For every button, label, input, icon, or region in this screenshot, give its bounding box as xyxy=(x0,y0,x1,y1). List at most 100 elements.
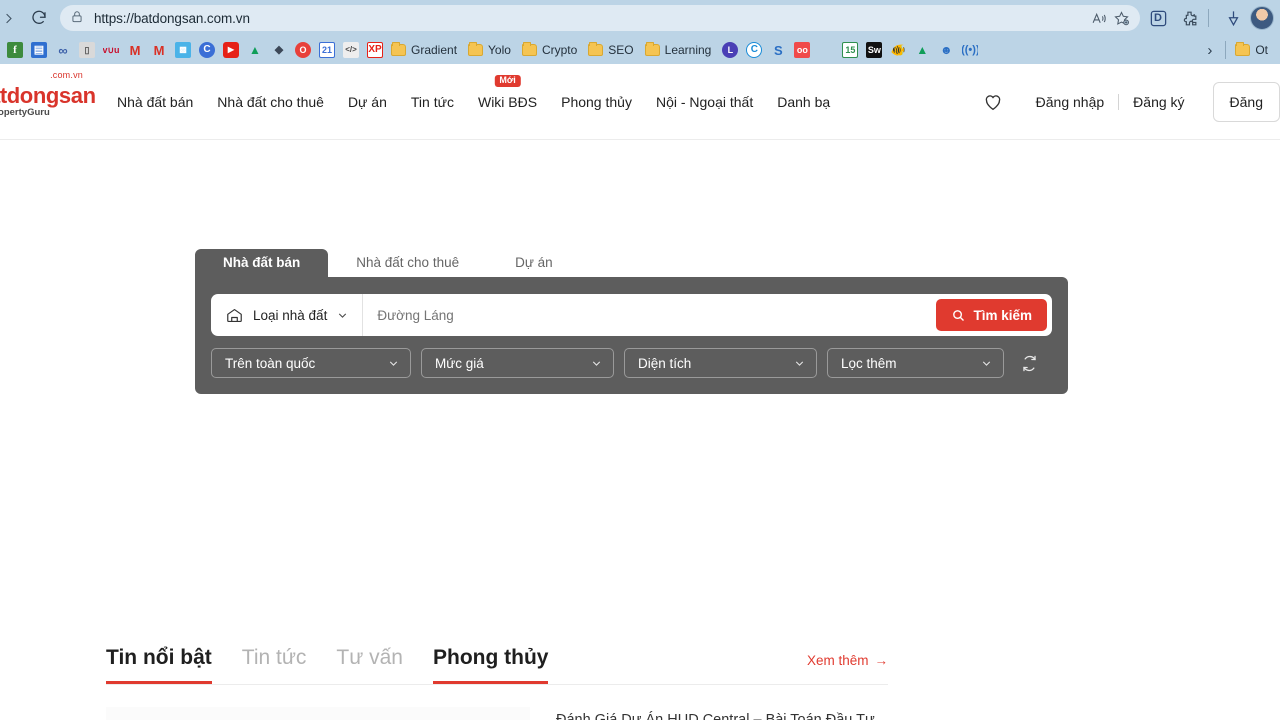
bookmark-folder-other[interactable]: Ot xyxy=(1232,39,1274,61)
bookmark-item[interactable]: ▤ xyxy=(28,39,50,61)
bookmark-item[interactable]: ▯ xyxy=(76,39,98,61)
split-screen-icon[interactable] xyxy=(1220,5,1246,31)
search-bar: Loại nhà đất Tìm kiếm xyxy=(211,294,1052,336)
bookmarks-overflow-icon[interactable]: › xyxy=(1200,42,1219,59)
nav-item-noi-ngoai-that[interactable]: Nội - Ngoại thất xyxy=(644,94,765,110)
bookmark-item[interactable]: ▲ xyxy=(244,39,266,61)
search-tab-nha-dat-cho-thue[interactable]: Nhà đất cho thuê xyxy=(328,249,487,278)
bookmark-item[interactable]: ☻ xyxy=(935,39,957,61)
register-link[interactable]: Đăng ký xyxy=(1119,94,1198,110)
bookmark-folder-learning[interactable]: Learning xyxy=(642,39,718,61)
bookmark-folder-seo[interactable]: SEO xyxy=(585,39,639,61)
bookmark-item[interactable]: </> xyxy=(340,39,362,61)
search-submit-button[interactable]: Tìm kiếm xyxy=(936,299,1047,331)
filter-label: Trên toàn quốc xyxy=(225,355,316,371)
filter-location[interactable]: Trên toàn quốc xyxy=(211,348,411,378)
nav-label: Nội - Ngoại thất xyxy=(655,93,754,110)
nav-item-nha-dat-cho-thue[interactable]: Nhà đất cho thuê xyxy=(205,94,336,110)
tab-label: Nhà đất bán xyxy=(223,254,301,270)
post-listing-button[interactable]: Đăng xyxy=(1212,81,1280,122)
bookmark-item[interactable]: C xyxy=(743,39,765,61)
property-type-select[interactable]: Loại nhà đất xyxy=(211,294,364,336)
logo-wordmark: atdongsan xyxy=(0,83,96,109)
bookmark-item[interactable]: XP xyxy=(364,39,386,61)
news-tab-phong-thuy[interactable]: Phong thủy xyxy=(433,646,549,684)
nav-item-phong-thuy[interactable]: Phong thủy xyxy=(549,94,644,110)
bookmark-label: Ot xyxy=(1255,43,1268,57)
new-badge: Mới xyxy=(494,74,521,88)
favorites-heart-icon[interactable] xyxy=(982,91,1004,113)
news-tab-tu-van[interactable]: Tư vấn xyxy=(336,646,403,684)
folder-icon xyxy=(391,42,406,56)
extension-d-icon[interactable]: D xyxy=(1145,5,1171,31)
address-bar[interactable]: https://batdongsan.com.vn xyxy=(60,5,1140,31)
bookmark-item[interactable]: ▲ xyxy=(911,39,933,61)
chevron-down-icon xyxy=(793,357,806,370)
meta-icon: ∞ xyxy=(58,42,68,58)
xp-icon: XP xyxy=(367,42,383,58)
nav-item-wiki-bds[interactable]: Mới Wiki BĐS xyxy=(466,74,549,110)
bookmark-folder-gradient[interactable]: Gradient xyxy=(388,39,463,61)
search-keyword-input[interactable] xyxy=(363,307,937,323)
bookmark-item[interactable]: 21 xyxy=(316,39,338,61)
bookmark-item[interactable]: 15 xyxy=(839,39,861,61)
filter-area[interactable]: Diện tích xyxy=(624,348,817,378)
search-tab-nha-dat-ban[interactable]: Nhà đất bán xyxy=(195,248,329,277)
bookmark-item[interactable]: S xyxy=(767,39,789,61)
filter-price[interactable]: Mức giá xyxy=(421,348,614,378)
property-type-label: Loại nhà đất xyxy=(253,307,328,323)
extensions-puzzle-icon[interactable] xyxy=(1176,5,1202,31)
article-thumbnail[interactable] xyxy=(106,707,530,720)
nav-label: Tin tức xyxy=(410,93,454,110)
read-aloud-icon[interactable] xyxy=(1088,9,1110,27)
search-tab-du-an[interactable]: Dự án xyxy=(487,249,581,278)
bookmark-item[interactable]: O xyxy=(292,39,314,61)
bookmark-item[interactable]: oo xyxy=(791,39,813,61)
forward-arrow-icon[interactable] xyxy=(0,5,16,31)
nav-item-tin-tuc[interactable]: Tin tức xyxy=(399,94,466,110)
news-tab-tin-tuc[interactable]: Tin tức xyxy=(242,646,307,684)
bookmark-item[interactable] xyxy=(815,39,837,61)
bookmark-item[interactable]: C xyxy=(196,39,218,61)
bookmark-item[interactable]: ((•)) xyxy=(959,39,981,61)
bookmark-item[interactable]: ▶ xyxy=(220,39,242,61)
nav-item-du-an[interactable]: Dự án xyxy=(336,94,399,110)
reload-icon[interactable] xyxy=(26,5,52,31)
arrow-right-icon: → xyxy=(874,653,889,668)
add-favorite-icon[interactable] xyxy=(1110,9,1132,27)
see-more-link[interactable]: Xem thêm → xyxy=(807,653,888,684)
bookmark-item[interactable]: ∞ xyxy=(52,39,74,61)
diamond-icon: ◆ xyxy=(274,43,284,56)
chevron-down-icon xyxy=(980,357,993,370)
bookmark-item[interactable]: Sw xyxy=(863,39,885,61)
nav-label: Dự án xyxy=(347,93,387,110)
bookmark-item[interactable]: v∪u xyxy=(100,39,122,61)
article-text: Đánh Giá Dự Án HUD Central – Bài Toán Đầ… xyxy=(530,707,886,720)
bookmark-item[interactable]: ▩ xyxy=(172,39,194,61)
url-text: https://batdongsan.com.vn xyxy=(94,10,250,26)
bookmark-item[interactable]: M xyxy=(148,39,170,61)
reset-filters-icon[interactable] xyxy=(1020,354,1039,373)
house-icon xyxy=(225,306,244,325)
news-tab-tin-noi-bat[interactable]: Tin nổi bật xyxy=(106,646,212,684)
browser-chrome: https://batdongsan.com.vn D f ▤ ∞ ▯ v∪u … xyxy=(0,0,1280,64)
filter-label: Lọc thêm xyxy=(841,355,897,371)
bookmark-folder-yolo[interactable]: Yolo xyxy=(465,39,517,61)
login-link[interactable]: Đăng nhập xyxy=(1022,94,1119,110)
article-title[interactable]: Đánh Giá Dự Án HUD Central – Bài Toán Đầ… xyxy=(556,709,886,720)
oo-icon: oo xyxy=(794,42,811,58)
tab-label: Dự án xyxy=(515,254,553,270)
see-more-label: Xem thêm xyxy=(806,653,869,668)
bookmark-item[interactable]: ◆ xyxy=(268,39,290,61)
bookmark-item[interactable]: M xyxy=(124,39,146,61)
bookmark-folder-crypto[interactable]: Crypto xyxy=(519,39,583,61)
site-logo[interactable]: .com.vn atdongsan PropertyGuru xyxy=(0,71,96,118)
nav-item-nha-dat-ban[interactable]: Nhà đất bán xyxy=(105,94,205,110)
bookmark-item[interactable]: 🐠 xyxy=(887,39,909,61)
browser-toolbar: https://batdongsan.com.vn D xyxy=(0,0,1280,36)
filter-more[interactable]: Lọc thêm xyxy=(827,348,1004,378)
bookmark-item[interactable]: f xyxy=(4,39,26,61)
bookmark-item[interactable]: L xyxy=(719,39,741,61)
profile-avatar[interactable] xyxy=(1250,6,1274,30)
nav-item-danh-ba[interactable]: Danh bạ xyxy=(765,94,842,110)
